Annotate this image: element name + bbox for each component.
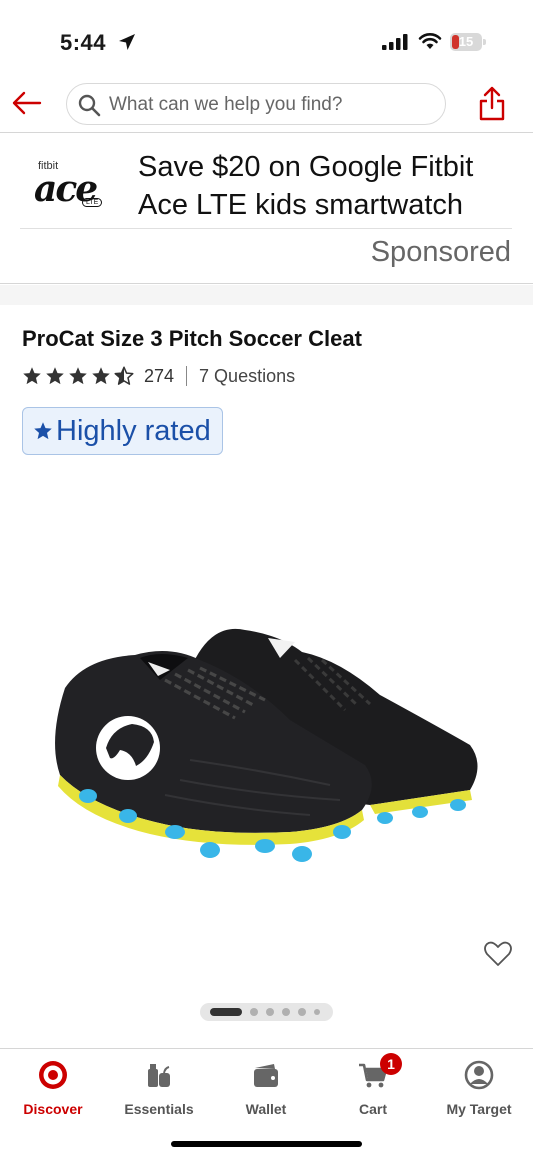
questions-link[interactable]: 7 Questions xyxy=(199,366,295,387)
tab-wallet[interactable]: Wallet xyxy=(216,1059,316,1117)
star-full-icon xyxy=(92,367,110,385)
rating-row[interactable]: 274 7 Questions xyxy=(22,364,295,388)
tab-label: Discover xyxy=(23,1101,83,1117)
pager-dot[interactable] xyxy=(298,1008,306,1016)
cart-count-badge: 1 xyxy=(380,1053,402,1075)
pager-dot[interactable] xyxy=(314,1009,320,1015)
section-separator xyxy=(0,285,533,305)
battery-indicator: 15 xyxy=(450,33,486,51)
search-icon xyxy=(78,94,101,117)
essentials-icon xyxy=(148,1064,170,1087)
product-title: ProCat Size 3 Pitch Soccer Cleat xyxy=(22,326,362,351)
account-icon xyxy=(464,1060,494,1090)
back-arrow-icon[interactable] xyxy=(10,88,44,118)
tab-label: Wallet xyxy=(245,1101,287,1117)
wifi-icon xyxy=(418,33,442,49)
tab-label: Essentials xyxy=(124,1101,194,1117)
highly-rated-badge: Highly rated xyxy=(22,407,223,455)
share-icon[interactable] xyxy=(476,84,508,122)
pager-dot[interactable] xyxy=(250,1008,258,1016)
wallet-icon xyxy=(254,1064,278,1087)
ad-title[interactable]: Save $20 on Google Fitbit Ace LTE kids s… xyxy=(138,148,508,224)
image-carousel-pager[interactable] xyxy=(200,1003,333,1021)
search-input[interactable]: What can we help you find? xyxy=(66,83,446,125)
star-rating xyxy=(22,366,134,386)
fitbit-ace-logo: fitbit ace LTE xyxy=(30,156,110,216)
rating-count[interactable]: 274 xyxy=(144,366,174,387)
cart-icon-wrap: 1 xyxy=(357,1053,402,1091)
battery-level: 15 xyxy=(458,34,474,49)
ad-logo-lte-badge: LTE xyxy=(82,198,103,207)
tab-cart[interactable]: 1 Cart xyxy=(323,1053,423,1117)
tab-label: Cart xyxy=(358,1101,387,1117)
star-half-icon xyxy=(114,366,134,385)
sponsored-label: Sponsored xyxy=(370,236,511,268)
pager-dot[interactable] xyxy=(266,1008,274,1016)
location-arrow-icon xyxy=(119,34,135,50)
badge-label: Highly rated xyxy=(56,414,211,447)
tab-essentials[interactable]: Essentials xyxy=(109,1059,209,1117)
tab-my-target[interactable]: My Target xyxy=(429,1059,529,1117)
target-logo-icon xyxy=(39,1061,67,1089)
star-full-icon xyxy=(46,367,64,385)
status-bar: 5:44 15 xyxy=(0,0,533,80)
star-full-icon xyxy=(69,367,87,385)
top-nav-bar: What can we help you find? xyxy=(0,80,533,133)
tab-discover[interactable]: Discover xyxy=(3,1059,103,1117)
status-time: 5:44 xyxy=(60,30,107,55)
favorite-heart-icon[interactable] xyxy=(483,940,513,968)
sponsored-ad-banner[interactable]: fitbit ace LTE Save $20 on Google Fitbit… xyxy=(0,134,533,284)
search-placeholder: What can we help you find? xyxy=(109,94,343,115)
star-full-icon xyxy=(23,367,41,385)
pager-dot-active[interactable] xyxy=(210,1008,242,1016)
star-icon xyxy=(34,422,52,440)
home-indicator[interactable] xyxy=(171,1141,362,1147)
cellular-signal-icon xyxy=(382,34,408,50)
rating-separator xyxy=(186,366,188,386)
pager-dot[interactable] xyxy=(282,1008,290,1016)
ad-divider xyxy=(20,228,512,229)
tab-label: My Target xyxy=(446,1101,512,1117)
product-image[interactable] xyxy=(40,600,490,880)
